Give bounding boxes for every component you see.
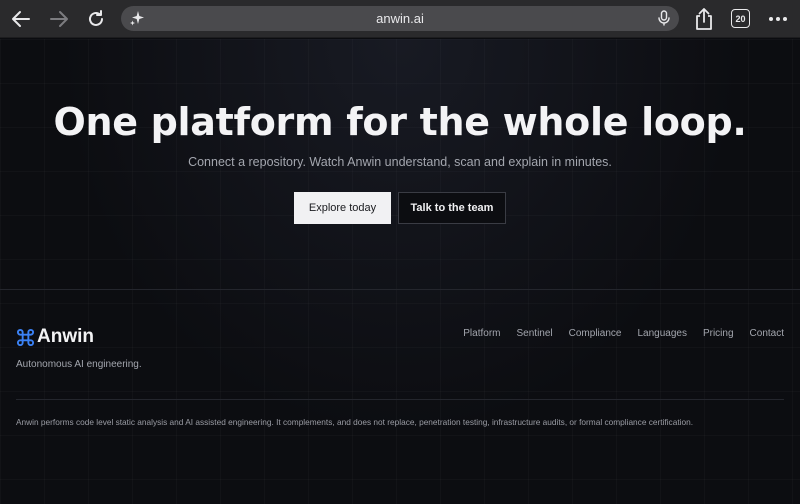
arrow-right-icon (50, 11, 68, 27)
hero-title: One platform for the whole loop. (53, 100, 747, 144)
hero-subtitle: Connect a repository. Watch Anwin unders… (188, 155, 612, 169)
arrow-left-icon (12, 11, 30, 27)
footer-nav: Platform Sentinel Compliance Languages P… (463, 328, 784, 339)
forward-button[interactable] (46, 7, 72, 31)
browser-toolbar: anwin.ai 20 (0, 0, 800, 38)
command-key-logo-icon (16, 328, 35, 346)
brand-name: Anwin (37, 326, 94, 347)
reload-icon (89, 10, 103, 26)
section-divider (0, 289, 800, 290)
footer-link-contact[interactable]: Contact (750, 328, 784, 339)
back-button[interactable] (8, 7, 34, 31)
footer-brand[interactable]: Anwin (16, 326, 94, 348)
reload-button[interactable] (83, 7, 109, 31)
footer-link-pricing[interactable]: Pricing (703, 328, 734, 339)
dot-icon (776, 17, 780, 21)
footer-link-compliance[interactable]: Compliance (569, 328, 622, 339)
address-bar[interactable]: anwin.ai (121, 6, 679, 31)
dot-icon (769, 17, 773, 21)
footer-link-platform[interactable]: Platform (463, 328, 500, 339)
brand-tagline: Autonomous AI engineering. (16, 359, 142, 370)
tabs-button[interactable]: 20 (731, 9, 750, 28)
microphone-icon[interactable] (657, 10, 671, 26)
dot-icon (783, 17, 787, 21)
more-menu-button[interactable] (767, 10, 789, 28)
footer-divider (16, 399, 784, 400)
talk-to-team-button[interactable]: Talk to the team (398, 192, 506, 224)
share-icon[interactable] (693, 7, 715, 31)
page-content: One platform for the whole loop. Connect… (0, 39, 800, 504)
footer-disclaimer: Anwin performs code level static analysi… (16, 417, 694, 427)
explore-button[interactable]: Explore today (294, 192, 391, 224)
url-text[interactable]: anwin.ai (121, 11, 679, 26)
footer-link-sentinel[interactable]: Sentinel (517, 328, 553, 339)
footer-link-languages[interactable]: Languages (637, 328, 687, 339)
